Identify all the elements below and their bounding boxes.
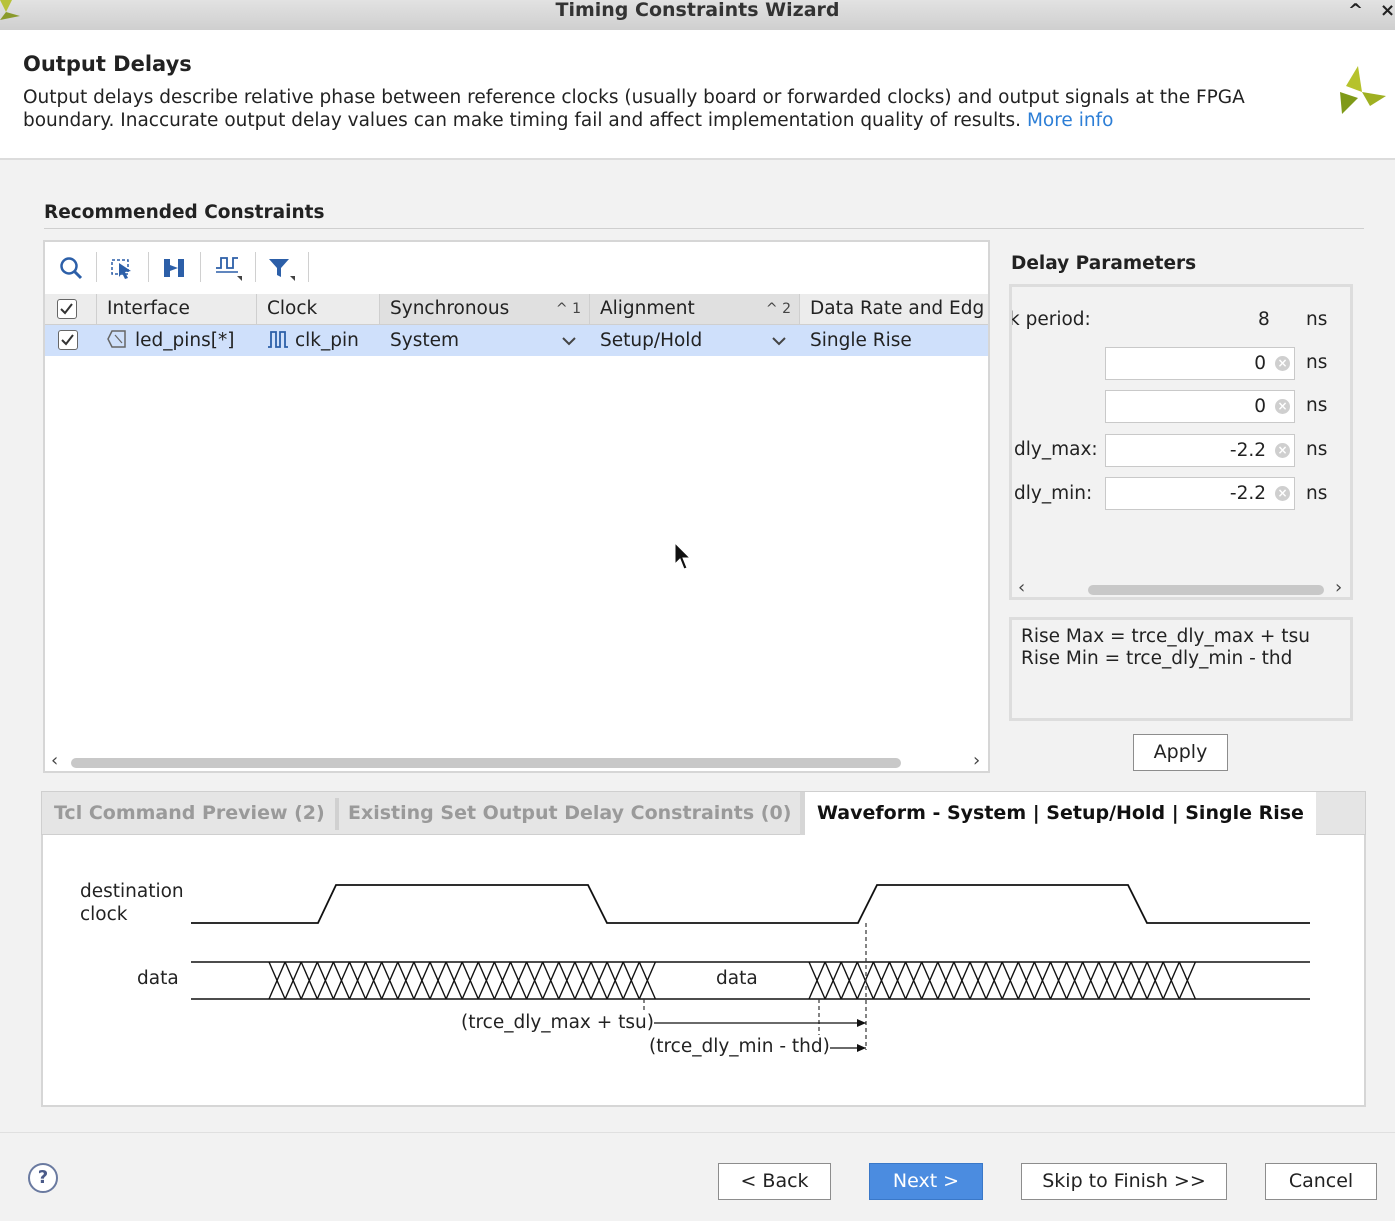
- delay-parameters-title: Delay Parameters: [1011, 253, 1197, 274]
- column-header-synchronous[interactable]: Synchronous ^ 1: [380, 294, 590, 325]
- clear-icon[interactable]: ×: [1275, 486, 1290, 501]
- more-info-link[interactable]: More info: [1027, 110, 1113, 131]
- row-checkbox[interactable]: [58, 330, 78, 350]
- synchronous-dropdown[interactable]: System: [380, 325, 590, 356]
- trce-dly-min-annotation: (trce_dly_min - thd): [649, 1035, 830, 1058]
- section-divider: [44, 228, 1364, 229]
- unit-label: ns: [1306, 439, 1328, 460]
- clear-icon[interactable]: ×: [1275, 356, 1290, 371]
- clear-icon[interactable]: ×: [1275, 399, 1290, 414]
- search-icon[interactable]: [51, 250, 91, 286]
- tab-waveform[interactable]: Waveform - System | Setup/Hold | Single …: [800, 792, 1316, 835]
- chevron-down-icon: [772, 337, 786, 346]
- chevron-down-icon: [562, 337, 576, 346]
- next-button[interactable]: Next >: [869, 1163, 983, 1200]
- trce-dly-max-input[interactable]: -2.2 ×: [1105, 434, 1295, 467]
- row-select-cell[interactable]: [45, 325, 97, 356]
- tab-existing-constraints[interactable]: Existing Set Output Delay Constraints (0…: [336, 792, 803, 835]
- column-header-alignment[interactable]: Alignment ^ 2: [590, 294, 800, 325]
- table-horizontal-scrollbar[interactable]: ‹ ›: [45, 752, 988, 770]
- waveform-icon[interactable]: [208, 250, 248, 286]
- clock-icon: [268, 331, 288, 348]
- clear-icon[interactable]: ×: [1275, 443, 1290, 458]
- delay-parameters-panel: k period: 8 ns 0 × ns 0 × ns dly_max: -2.2…: [1009, 284, 1353, 600]
- select-icon[interactable]: [102, 250, 142, 286]
- unit-label: ns: [1306, 483, 1328, 504]
- column-header-interface[interactable]: Interface: [97, 294, 257, 325]
- trce-dly-min-input[interactable]: -2.2 ×: [1105, 477, 1295, 510]
- scrollbar-thumb[interactable]: [71, 758, 901, 768]
- sort-indicator: ^ 2: [765, 301, 791, 317]
- window-title: Timing Constraints Wizard: [555, 0, 840, 21]
- expand-icon[interactable]: [154, 250, 194, 286]
- column-header-data-rate[interactable]: Data Rate and Edg: [800, 294, 988, 325]
- recommended-constraints-title: Recommended Constraints: [44, 202, 325, 223]
- footer-divider: [0, 1132, 1395, 1133]
- parameters-horizontal-scrollbar[interactable]: ‹ ›: [1012, 579, 1350, 597]
- cancel-button[interactable]: Cancel: [1265, 1163, 1377, 1200]
- period-value: 8: [1258, 309, 1270, 330]
- data-window-label: data: [716, 968, 758, 989]
- sort-indicator: ^ 1: [555, 301, 581, 317]
- back-button[interactable]: < Back: [718, 1163, 831, 1200]
- port-icon: [107, 330, 126, 348]
- period-unit: ns: [1306, 309, 1328, 330]
- unit-label: ns: [1306, 352, 1328, 373]
- page-description: Output delays describe relative phase be…: [23, 86, 1313, 132]
- help-icon[interactable]: ?: [28, 1163, 58, 1193]
- table-cell-interface[interactable]: led_pins[*]: [97, 325, 257, 356]
- filter-icon[interactable]: [261, 250, 301, 286]
- constraints-table-panel: Interface Clock Synchronous ^ 1 Alignmen…: [43, 240, 990, 773]
- window-title-bar: Timing Constraints Wizard ^ ×: [0, 0, 1395, 31]
- scrollbar-thumb[interactable]: [1088, 585, 1324, 595]
- collapse-button[interactable]: ^: [1348, 0, 1363, 22]
- rise-min-input[interactable]: 0 ×: [1105, 390, 1295, 423]
- vivado-logo-icon: [1340, 66, 1386, 114]
- unit-label: ns: [1306, 395, 1328, 416]
- dly-max-label: dly_max:: [1014, 439, 1098, 460]
- tab-tcl-command-preview[interactable]: Tcl Command Preview (2): [42, 792, 337, 835]
- page-title: Output Delays: [23, 52, 192, 76]
- column-header-clock[interactable]: Clock: [257, 294, 380, 325]
- column-label: Synchronous: [390, 298, 510, 319]
- apply-button[interactable]: Apply: [1133, 734, 1228, 771]
- select-all-checkbox[interactable]: [57, 299, 77, 319]
- trce-dly-max-annotation: (trce_dly_max + tsu): [461, 1011, 654, 1034]
- dly-min-label: dly_min:: [1014, 483, 1093, 504]
- mouse-cursor-icon: [674, 542, 692, 570]
- skip-to-finish-button[interactable]: Skip to Finish >>: [1021, 1163, 1227, 1200]
- bottom-tabs-bar: Tcl Command Preview (2) Existing Set Out…: [41, 791, 1366, 835]
- scroll-left-arrow[interactable]: ‹: [1018, 579, 1025, 597]
- waveform-diagram: [191, 884, 1310, 1052]
- rise-max-formula: Rise Max = trce_dly_max + tsu: [1021, 626, 1310, 647]
- alignment-dropdown[interactable]: Setup/Hold: [590, 325, 800, 356]
- waveform-panel: destination clock data data (trce_dly_max…: [41, 835, 1366, 1107]
- scroll-right-arrow[interactable]: ›: [973, 752, 980, 770]
- table-cell-data-rate[interactable]: Single Rise: [800, 325, 988, 356]
- rise-min-formula: Rise Min = trce_dly_min - thd: [1021, 648, 1293, 669]
- column-label: Alignment: [600, 298, 695, 319]
- scroll-right-arrow[interactable]: ›: [1335, 579, 1342, 597]
- rise-max-input[interactable]: 0 ×: [1105, 347, 1295, 380]
- scroll-left-arrow[interactable]: ‹: [51, 752, 58, 770]
- table-cell-clock[interactable]: clk_pin: [257, 325, 380, 356]
- period-label: k period:: [1009, 309, 1091, 330]
- select-all-header[interactable]: [45, 294, 97, 325]
- close-button[interactable]: ×: [1380, 0, 1395, 22]
- formula-box: Rise Max = trce_dly_max + tsu Rise Min =…: [1009, 617, 1353, 721]
- page-header: Output Delays Output delays describe rel…: [0, 30, 1395, 160]
